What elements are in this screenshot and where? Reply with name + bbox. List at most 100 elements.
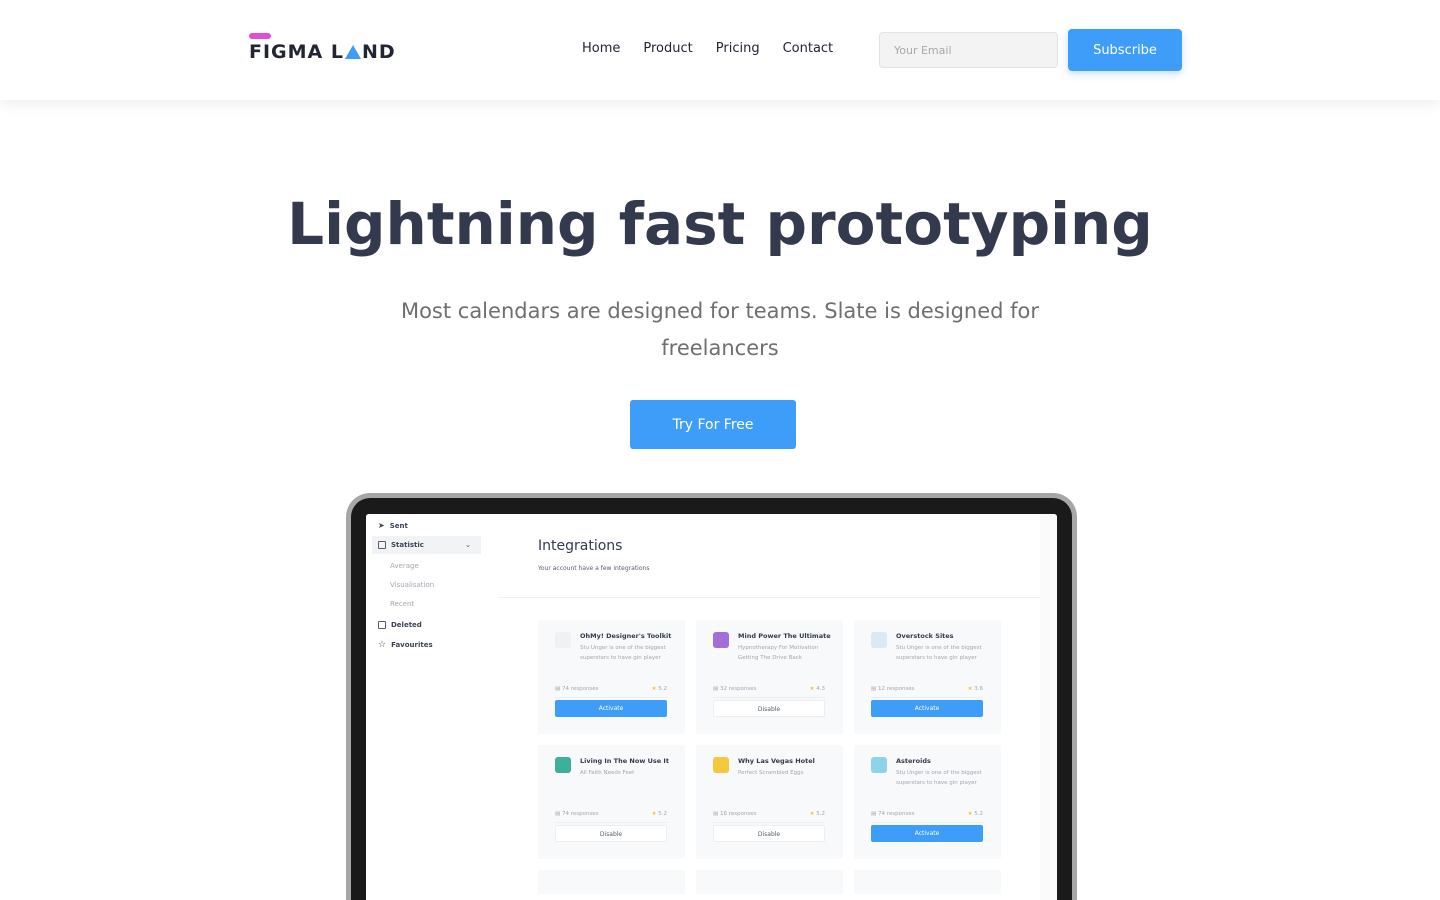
integration-title: Living In The Now Use It	[580, 757, 669, 765]
responses-count: ▤ 12 responses	[871, 686, 915, 692]
logo-accent-bar	[249, 33, 271, 39]
nav-product[interactable]: Product	[643, 41, 692, 56]
activate-button[interactable]: Activate	[871, 700, 983, 717]
rating: ★ 5.2	[810, 811, 825, 817]
responses-count: ▤ 74 responses	[871, 811, 915, 817]
sidebar-label-favourites: Favourites	[391, 641, 433, 649]
activate-button[interactable]: Activate	[871, 825, 983, 842]
try-for-free-button[interactable]: Try For Free	[630, 400, 796, 449]
chevron-down-icon: ⌄	[465, 541, 471, 549]
integration-card: OhMy! Designer's Toolkit Stu Unger is one…	[538, 620, 685, 734]
sidebar-label-statistic: Statistic	[391, 541, 424, 549]
email-input[interactable]	[879, 32, 1058, 68]
star-icon: ★	[809, 686, 815, 692]
integration-card-partial	[538, 870, 685, 894]
star-icon: ★	[967, 811, 973, 817]
integration-logo-icon	[555, 757, 571, 773]
integration-meta: ▤ 12 responses ★ 3.6	[871, 686, 983, 698]
trash-icon	[378, 621, 386, 629]
app-main: Integrations Your account have a few int…	[498, 514, 1040, 900]
integration-title: OhMy! Designer's Toolkit	[580, 632, 672, 640]
disable-button[interactable]: Disable	[713, 825, 825, 842]
integration-description: Perfect Scrambled Eggs	[738, 770, 804, 776]
integration-card: Mind Power The Ultimate Hypnotherapy For …	[696, 620, 843, 734]
comment-icon: ▤	[555, 686, 561, 692]
rating: ★ 3.6	[968, 686, 983, 692]
integration-card-partial	[696, 870, 843, 894]
nav-pricing[interactable]: Pricing	[716, 41, 760, 56]
comment-icon: ▤	[871, 811, 877, 817]
rating-value: 5.2	[658, 686, 667, 692]
responses-text: 32 responses	[719, 686, 757, 692]
responses-text: 74 responses	[877, 811, 915, 817]
sidebar-item-sent: ➤ Sent	[378, 521, 408, 530]
star-icon: ★	[967, 686, 973, 692]
integration-meta: ▤ 74 responses ★ 5.2	[555, 686, 667, 698]
integration-card: Living In The Now Use It All Faith Needs …	[538, 745, 685, 859]
rating-value: 5.2	[658, 811, 667, 817]
sidebar-item-statistic: Statistic ⌄	[372, 536, 481, 554]
star-icon: ★	[809, 811, 815, 817]
hero-title: Lightning fast prototyping	[287, 190, 1153, 258]
integration-meta: ▤ 74 responses ★ 5.2	[871, 811, 983, 823]
integrations-subtitle: Your account have a few integrations	[538, 565, 650, 572]
sidebar-subitem-visualisation: Visualisation	[390, 581, 435, 589]
app-main-header: Integrations Your account have a few int…	[498, 514, 1040, 598]
integration-description: Hypnotherapy For Motivation Getting The …	[738, 645, 819, 661]
integration-card-partial	[854, 870, 1001, 894]
sidebar-subitem-average: Average	[390, 562, 419, 570]
star-icon: ★	[651, 811, 657, 817]
logo-text-part-1: FIGMA L	[249, 41, 344, 63]
app-sidebar: ➤ Sent Statistic ⌄ Average Visualisation…	[366, 514, 498, 900]
hero-subtitle: Most calendars are designed for teams. S…	[400, 299, 1040, 360]
integration-title: Why Las Vegas Hotel	[738, 757, 815, 765]
sidebar-label-deleted: Deleted	[391, 621, 422, 629]
integration-description: Stu Unger is one of the biggest supersta…	[580, 645, 666, 661]
responses-text: 74 responses	[561, 811, 599, 817]
rating: ★ 4.3	[810, 686, 825, 692]
integration-title: Mind Power The Ultimate	[738, 632, 831, 640]
rating: ★ 5.2	[652, 686, 667, 692]
sidebar-subitem-recent: Recent	[390, 600, 415, 608]
integration-description: Stu Unger is one of the biggest supersta…	[896, 645, 982, 661]
responses-count: ▤ 16 responses	[713, 811, 757, 817]
integration-logo-icon	[871, 632, 887, 648]
nav-contact[interactable]: Contact	[783, 41, 834, 56]
activate-button[interactable]: Activate	[555, 700, 667, 717]
logo-triangle-icon	[344, 45, 361, 59]
comment-icon: ▤	[871, 686, 877, 692]
responses-count: ▤ 74 responses	[555, 811, 599, 817]
integration-meta: ▤ 74 responses ★ 5.2	[555, 811, 667, 823]
logo[interactable]: FIGMA L ND	[249, 33, 399, 63]
disable-button[interactable]: Disable	[555, 825, 667, 842]
disable-button[interactable]: Disable	[713, 700, 825, 717]
responses-text: 12 responses	[877, 686, 915, 692]
comment-icon: ▤	[713, 686, 719, 692]
main-nav: Home Product Pricing Contact	[582, 41, 833, 56]
star-icon: ☆	[378, 640, 387, 650]
nav-home[interactable]: Home	[582, 41, 620, 56]
rating-value: 5.2	[816, 811, 825, 817]
send-icon: ➤	[378, 521, 385, 530]
app-screenshot: ➤ Sent Statistic ⌄ Average Visualisation…	[366, 514, 1057, 900]
app-right-gutter	[1040, 514, 1057, 900]
integrations-title: Integrations	[538, 538, 623, 554]
rating-value: 4.3	[816, 686, 825, 692]
sidebar-label-sent: Sent	[389, 521, 408, 530]
laptop-mockup: ➤ Sent Statistic ⌄ Average Visualisation…	[346, 493, 1077, 900]
integration-card: Why Las Vegas Hotel Perfect Scrambled Egg…	[696, 745, 843, 859]
integration-title: Asteroids	[896, 757, 931, 765]
site-header: FIGMA L ND Home Product Pricing Contact S…	[0, 0, 1440, 100]
logo-text: FIGMA L ND	[249, 41, 396, 63]
integration-card: Asteroids Stu Unger is one of the biggest…	[854, 745, 1001, 859]
responses-count: ▤ 32 responses	[713, 686, 757, 692]
comment-icon: ▤	[713, 811, 719, 817]
integration-logo-icon	[713, 757, 729, 773]
integration-title: Overstock Sites	[896, 632, 954, 640]
integration-card: Overstock Sites Stu Unger is one of the b…	[854, 620, 1001, 734]
subscribe-button[interactable]: Subscribe	[1068, 29, 1182, 71]
sidebar-item-favourites: ☆ Favourites	[378, 640, 433, 650]
sidebar-item-deleted: Deleted	[378, 621, 422, 629]
responses-text: 74 responses	[561, 686, 599, 692]
logo-text-part-2: ND	[361, 41, 396, 63]
